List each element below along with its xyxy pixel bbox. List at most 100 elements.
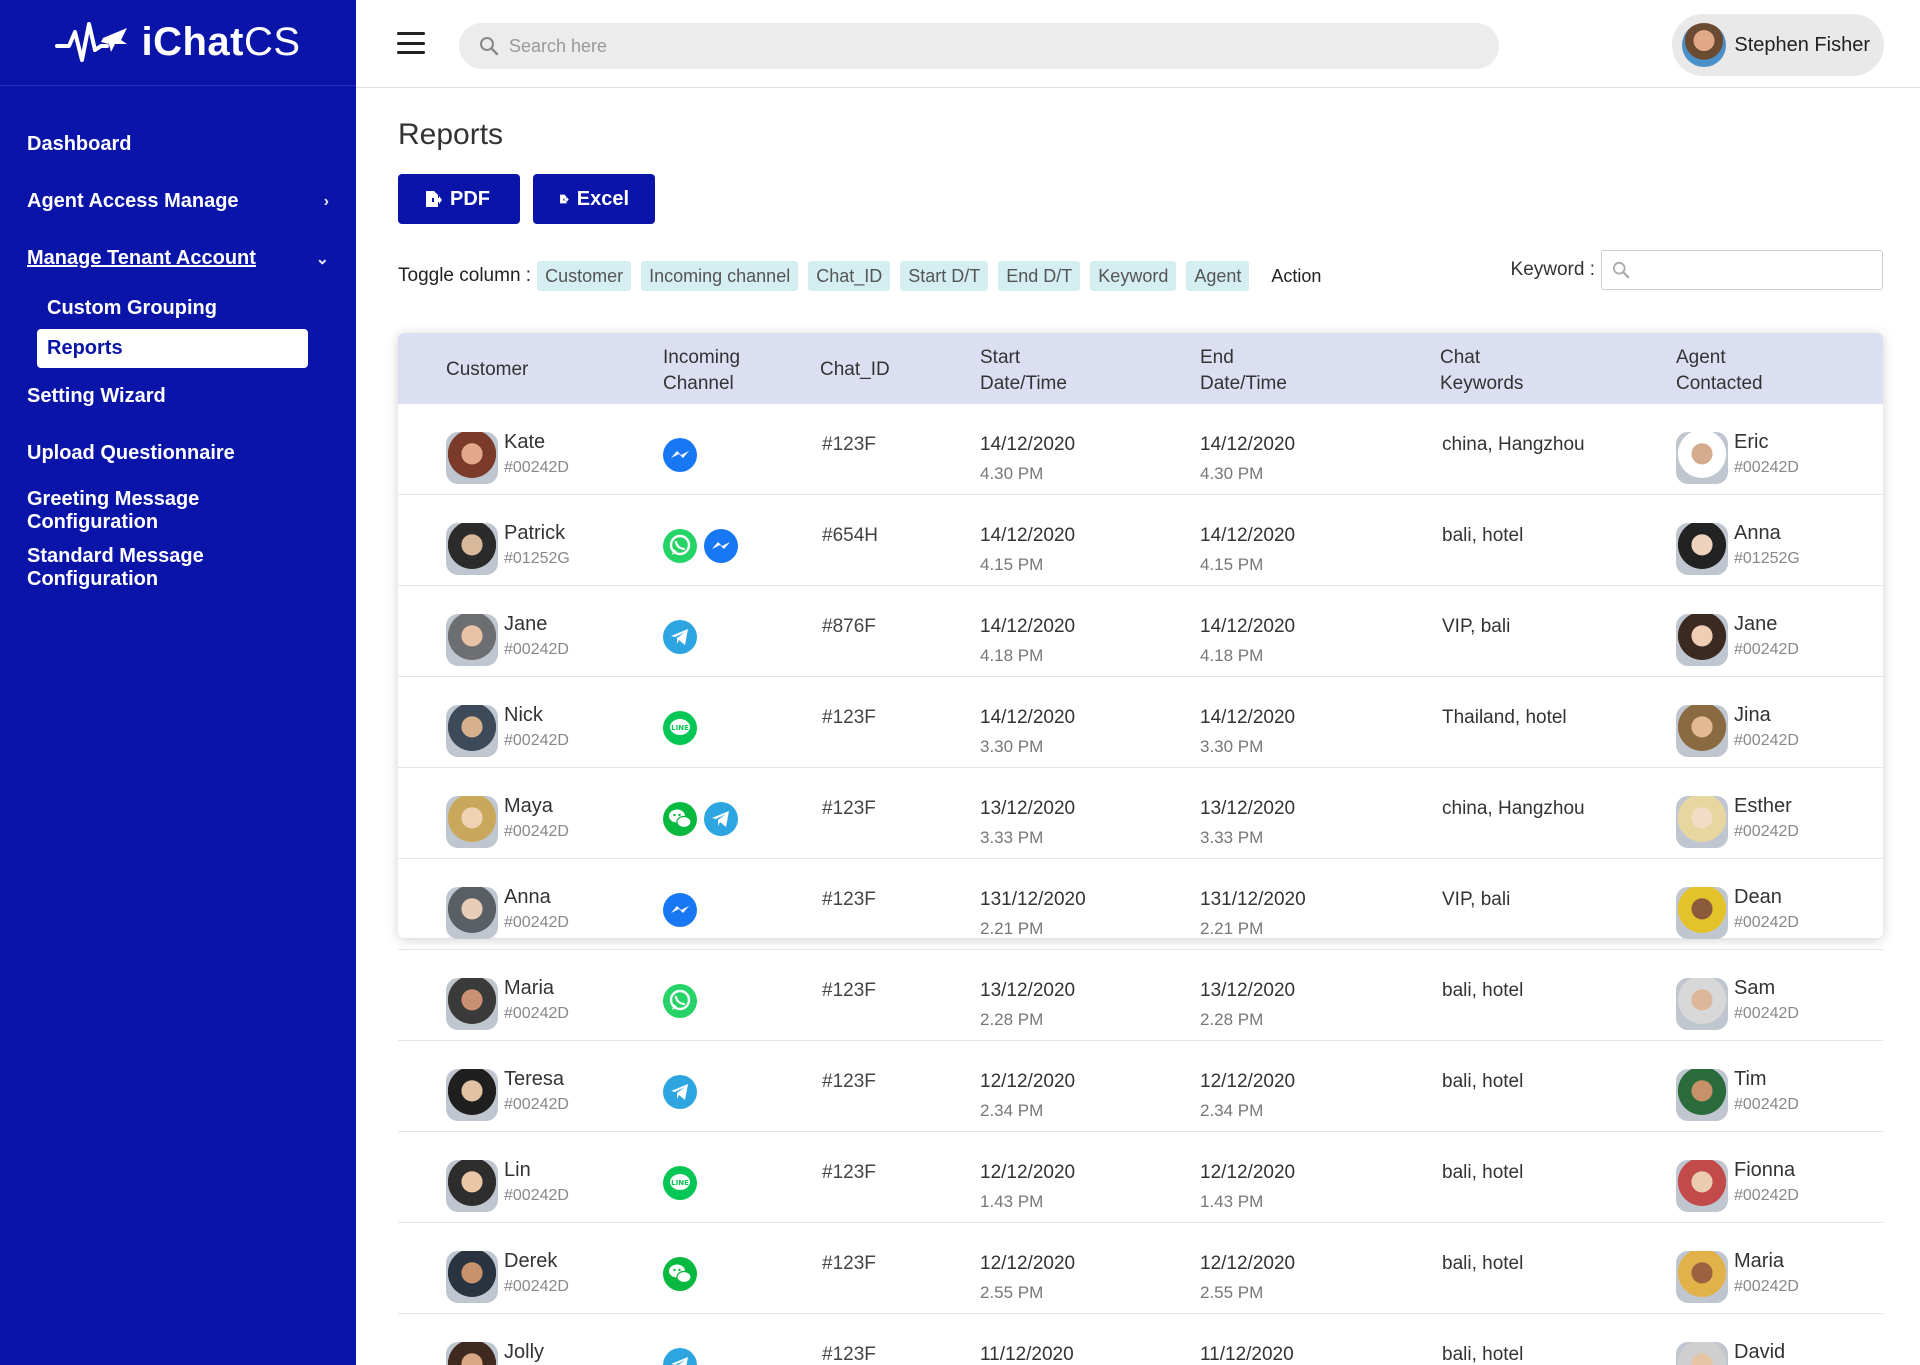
menu-icon[interactable] bbox=[397, 32, 425, 54]
incoming-channel-icons bbox=[663, 1348, 697, 1365]
start-date: 131/12/2020 bbox=[980, 889, 1086, 910]
chat-keywords: china, Hangzhou bbox=[1442, 434, 1585, 455]
table-row[interactable]: Maria #00242D #123F 13/12/2020 2.28 PM 13/12/… bbox=[398, 950, 1883, 1041]
sidebar-subitem-reports[interactable]: Reports bbox=[37, 329, 308, 368]
agent-avatar bbox=[1676, 887, 1728, 939]
whatsapp-icon bbox=[663, 529, 697, 563]
header-chat-id[interactable]: Chat_ID bbox=[820, 357, 890, 383]
chat-keywords: bali, hotel bbox=[1442, 980, 1524, 1001]
end-date: 12/12/2020 bbox=[1200, 1162, 1296, 1183]
header-start-datetime[interactable]: Start Date/Time bbox=[980, 345, 1067, 397]
header-incoming-channel[interactable]: Incoming Channel bbox=[663, 345, 740, 397]
toggle-chip-agent[interactable]: Agent bbox=[1186, 261, 1250, 291]
agent-name: Fionna bbox=[1734, 1159, 1796, 1181]
end-time: 4.15 PM bbox=[1200, 555, 1264, 574]
agent-id: #00242D bbox=[1734, 732, 1799, 749]
customer-name: Jolly bbox=[504, 1341, 545, 1363]
header-agent-contacted[interactable]: Agent Contacted bbox=[1676, 345, 1763, 397]
sidebar-item-agent-access-manage[interactable]: Agent Access Manage › bbox=[0, 173, 356, 230]
start-date: 11/12/2020 bbox=[980, 1344, 1074, 1365]
wechat-icon bbox=[663, 802, 697, 836]
table-row[interactable]: Lin #00242D LINE #123F 12/12/2020 1.43 PM 12/1… bbox=[398, 1132, 1883, 1223]
search-input[interactable] bbox=[509, 35, 1409, 57]
incoming-channel-icons bbox=[663, 438, 697, 472]
toggle-chip-customer[interactable]: Customer bbox=[537, 261, 632, 291]
header-end-datetime[interactable]: End Date/Time bbox=[1200, 345, 1287, 397]
chat-keywords: bali, hotel bbox=[1442, 525, 1524, 546]
end-date: 11/12/2020 bbox=[1200, 1344, 1294, 1365]
agent-id: #00242D bbox=[1734, 823, 1799, 840]
top-bar: Stephen Fisher bbox=[356, 0, 1920, 88]
end-date: 12/12/2020 bbox=[1200, 1071, 1296, 1092]
table-row[interactable]: Patrick #01252G #654H 14/12/2020 4.15 PM 14/1… bbox=[398, 495, 1883, 586]
agent-id: #00242D bbox=[1734, 1278, 1799, 1295]
sidebar-item-dashboard[interactable]: Dashboard bbox=[0, 116, 356, 173]
agent-id: #00242D bbox=[1734, 641, 1799, 658]
end-time: 3.30 PM bbox=[1200, 737, 1264, 756]
customer-avatar bbox=[446, 978, 498, 1030]
customer-avatar bbox=[446, 1342, 498, 1365]
line-icon: LINE bbox=[663, 711, 697, 745]
toggle-chip-start-dt[interactable]: Start D/T bbox=[900, 261, 989, 291]
start-date: 14/12/2020 bbox=[980, 525, 1076, 546]
agent-name: Dean bbox=[1734, 886, 1782, 908]
sidebar: iChatCS Dashboard Agent Access Manage › M… bbox=[0, 0, 356, 1365]
export-excel-button[interactable]: Excel bbox=[533, 174, 655, 224]
toggle-chip-end-dt[interactable]: End D/T bbox=[998, 261, 1081, 291]
incoming-channel-icons bbox=[663, 620, 697, 654]
toggle-chip-incoming-channel[interactable]: Incoming channel bbox=[641, 261, 799, 291]
user-menu[interactable]: Stephen Fisher bbox=[1672, 14, 1884, 76]
export-pdf-button[interactable]: PDF bbox=[398, 174, 520, 224]
start-date: 14/12/2020 bbox=[980, 707, 1076, 728]
table-row[interactable]: Teresa #00242D #123F 12/12/2020 2.34 PM 12/12… bbox=[398, 1041, 1883, 1132]
keyword-label: Keyword : bbox=[1510, 259, 1595, 280]
toggle-chip-keyword[interactable]: Keyword bbox=[1090, 261, 1177, 291]
chat-id: #123F bbox=[822, 889, 876, 910]
toggle-chip-chat-id[interactable]: Chat_ID bbox=[808, 261, 891, 291]
table-row[interactable]: Jane #00242D #876F 14/12/2020 4.18 PM 14/12/2… bbox=[398, 586, 1883, 677]
brand-name: iChatCS bbox=[141, 20, 301, 64]
sidebar-item-greeting-message[interactable]: Greeting Message Configuration bbox=[0, 482, 356, 539]
agent-id: #01252G bbox=[1734, 550, 1800, 567]
table-row[interactable]: Kate #00242D #123F 14/12/2020 4.30 PM 14/12/2… bbox=[398, 404, 1883, 495]
toggle-chip-action[interactable]: Action bbox=[1263, 261, 1329, 291]
chat-keywords: china, Hangzhou bbox=[1442, 798, 1585, 819]
table-row[interactable]: Derek #00242D #123F 12/12/2020 2.55 PM 12/12/… bbox=[398, 1223, 1883, 1314]
customer-name: Nick bbox=[504, 704, 543, 726]
table-row[interactable]: Maya #00242D #123F 13/12/2020 3.33 PM 13/12/2… bbox=[398, 768, 1883, 859]
keyword-input[interactable] bbox=[1638, 260, 1878, 280]
agent-id: #00242D bbox=[1734, 1096, 1799, 1113]
end-time: 2.34 PM bbox=[1200, 1101, 1264, 1120]
start-time: 4.15 PM bbox=[980, 555, 1044, 574]
keyword-box bbox=[1601, 250, 1883, 290]
end-time: 2.55 PM bbox=[1200, 1283, 1264, 1302]
agent-name: Sam bbox=[1734, 977, 1776, 999]
end-date: 14/12/2020 bbox=[1200, 525, 1296, 546]
agent-id: #00242D bbox=[1734, 1187, 1799, 1204]
header-chat-keywords[interactable]: Chat Keywords bbox=[1440, 345, 1523, 397]
incoming-channel-icons bbox=[663, 984, 697, 1018]
heartbeat-plane-icon bbox=[55, 21, 128, 62]
chat-id: #123F bbox=[822, 1253, 876, 1274]
sidebar-item-setting-wizard[interactable]: Setting Wizard bbox=[0, 368, 356, 425]
table-row[interactable]: Nick #00242D LINE #123F 14/12/2020 3.30 PM 14/… bbox=[398, 677, 1883, 768]
header-customer[interactable]: Customer bbox=[446, 357, 528, 383]
incoming-channel-icons bbox=[663, 1075, 697, 1109]
end-time: 4.30 PM bbox=[1200, 464, 1264, 483]
start-time: 2.28 PM bbox=[980, 1010, 1044, 1029]
table-row[interactable]: Jolly #123F 11/12/2020 11/12/2020 bali, hote… bbox=[398, 1314, 1883, 1365]
sidebar-subitem-custom-grouping[interactable]: Custom Grouping bbox=[0, 287, 356, 329]
start-time: 4.30 PM bbox=[980, 464, 1044, 483]
table-row[interactable]: Anna #00242D #123F 131/12/2020 2.21 PM 131/12… bbox=[398, 859, 1883, 950]
toggle-column-row: Toggle column : Customer Incoming channe… bbox=[398, 250, 1883, 292]
agent-id: #00242D bbox=[1734, 459, 1799, 476]
sidebar-item-manage-tenant-account[interactable]: Manage Tenant Account ⌄ bbox=[0, 230, 356, 287]
incoming-channel-icons: LINE bbox=[663, 711, 697, 745]
customer-avatar bbox=[446, 796, 498, 848]
customer-name: Jane bbox=[504, 613, 548, 635]
agent-name: David bbox=[1734, 1341, 1786, 1363]
sidebar-item-upload-questionnaire[interactable]: Upload Questionnaire bbox=[0, 425, 356, 482]
sidebar-item-standard-message[interactable]: Standard Message Configuration bbox=[0, 539, 356, 596]
agent-id: #00242D bbox=[1734, 1005, 1799, 1022]
brand-logo[interactable]: iChatCS bbox=[0, 0, 356, 86]
